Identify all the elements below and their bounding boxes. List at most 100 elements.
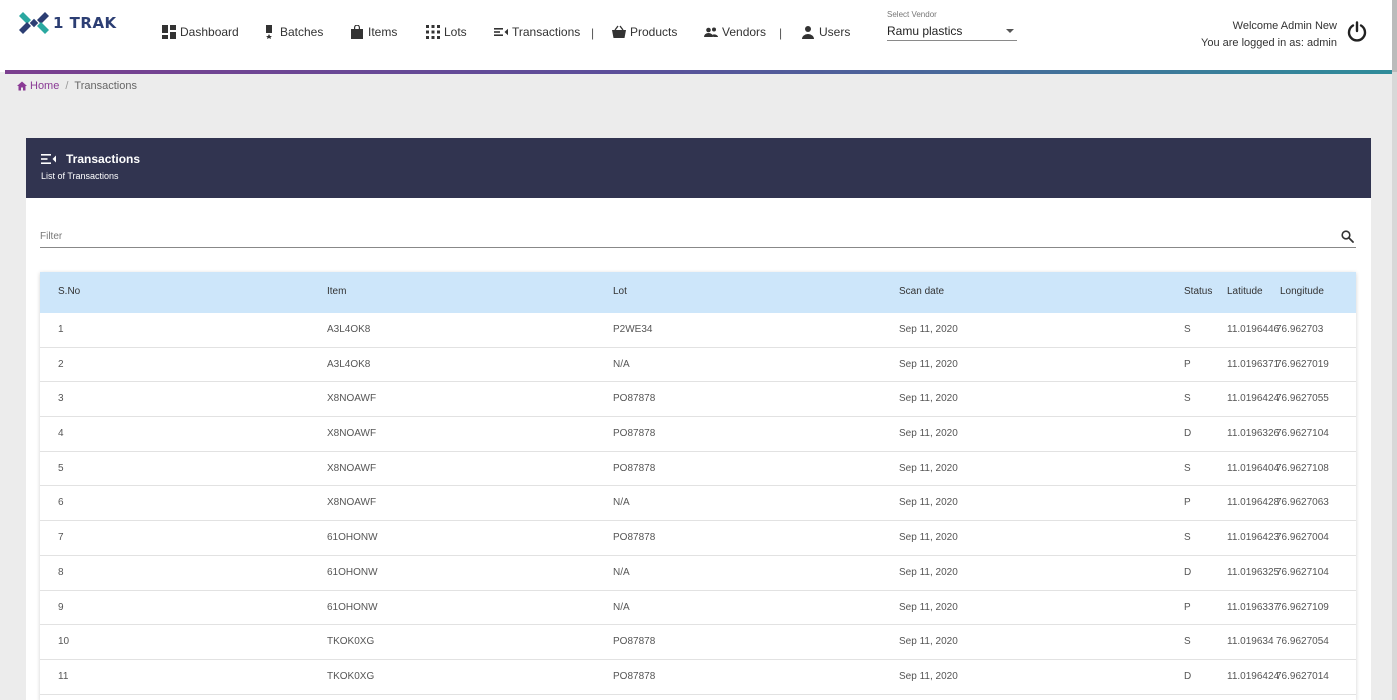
cell-latitude: 11.0196326: [1227, 428, 1280, 440]
cell-status: S: [1184, 636, 1191, 648]
nav-lots[interactable]: Lots: [426, 25, 467, 39]
table-row[interactable]: 5 X8NOAWF PO87878 Sep 11, 2020 S 11.0196404 76…: [40, 452, 1356, 487]
cell-item: X8NOAWF: [327, 393, 377, 405]
cell-latitude: 11.0196325: [1227, 566, 1280, 578]
cell-lot: N/A: [613, 358, 630, 370]
cell-item: X8NOAWF: [327, 428, 377, 440]
header-longitude[interactable]: Longitude: [1280, 286, 1324, 297]
cell-lot: N/A: [613, 497, 630, 509]
cell-sno: 1: [58, 324, 64, 335]
search-icon[interactable]: [1341, 230, 1354, 243]
table-header-row: S.No Item Lot Scan date Status Latitude …: [40, 272, 1356, 313]
cell-longitude: 76.9627054: [1276, 636, 1329, 648]
cell-status: S: [1184, 532, 1191, 544]
cell-item: 61OHONW: [327, 532, 378, 544]
table-row[interactable]: 1 A3L4OK8 P2WE34 Sep 11, 2020 S 11.0196446 76.…: [40, 313, 1356, 348]
cell-lot: PO87878: [613, 428, 656, 440]
logo-text: 1 TRAK: [53, 14, 117, 32]
table-row[interactable]: 9 61OHONW N/A Sep 11, 2020 P 11.0196337 76.962…: [40, 591, 1356, 626]
cell-latitude: 11.0196337: [1227, 601, 1280, 613]
cell-sno: 11: [58, 670, 69, 682]
card-title: Transactions: [41, 152, 1371, 166]
cell-scan-date: Sep 11, 2020: [899, 393, 958, 405]
table-row[interactable]: 8 61OHONW N/A Sep 11, 2020 D 11.0196325 76.962…: [40, 556, 1356, 591]
cell-latitude: 11.019634: [1227, 636, 1274, 648]
people-icon: [704, 27, 718, 37]
power-icon[interactable]: [1346, 21, 1368, 43]
nav-dashboard-label: Dashboard: [180, 25, 239, 39]
table-row[interactable]: 3 X8NOAWF PO87878 Sep 11, 2020 S 11.0196424 76…: [40, 382, 1356, 418]
cell-scan-date: Sep 11, 2020: [899, 566, 958, 578]
header-status[interactable]: Status: [1184, 286, 1212, 297]
nav-transactions-label: Transactions: [512, 25, 581, 39]
transactions-table: S.No Item Lot Scan date Status Latitude …: [40, 272, 1356, 700]
table-row[interactable]: 6 X8NOAWF N/A Sep 11, 2020 P 11.0196428 76.962…: [40, 486, 1356, 522]
cell-latitude: 11.0196371: [1227, 358, 1280, 370]
table-row[interactable]: 11 TKOK0XG PO87878 Sep 11, 2020 D 11.0196424 7…: [40, 660, 1356, 695]
header-scan-date[interactable]: Scan date: [899, 286, 944, 297]
header-sno[interactable]: S.No: [58, 286, 80, 297]
cell-longitude: 76.9627063: [1276, 497, 1329, 509]
nav-items[interactable]: Items: [350, 25, 397, 39]
cell-scan-date: Sep 11, 2020: [899, 636, 958, 648]
cell-status: D: [1184, 566, 1192, 578]
nav-dashboard[interactable]: Dashboard: [162, 25, 239, 39]
nav-items-label: Items: [368, 25, 398, 39]
cell-scan-date: Sep 11, 2020: [899, 324, 958, 335]
cell-latitude: 11.0196446: [1227, 324, 1280, 335]
cell-scan-date: Sep 11, 2020: [899, 601, 958, 613]
cell-item: TKOK0XG: [327, 670, 375, 682]
logo-icon: [19, 12, 49, 34]
cell-latitude: 11.0196424: [1227, 670, 1280, 682]
cell-latitude: 11.0196428: [1227, 497, 1280, 509]
nav-batches[interactable]: Batches: [262, 25, 323, 39]
breadcrumb: Home / Transactions: [17, 80, 137, 92]
cell-item: 61OHONW: [327, 601, 378, 613]
filter-input[interactable]: [40, 231, 1240, 242]
table-row[interactable]: 4 X8NOAWF PO87878 Sep 11, 2020 D 11.0196326 76…: [40, 417, 1356, 452]
nav-vendors-label: Vendors: [722, 25, 767, 39]
nav-users[interactable]: Users: [801, 25, 850, 39]
cell-status: S: [1184, 462, 1191, 474]
grid-icon: [426, 25, 440, 39]
nav-transactions[interactable]: Transactions: [494, 25, 580, 39]
cell-scan-date: Sep 11, 2020: [899, 358, 958, 370]
header-latitude[interactable]: Latitude: [1227, 286, 1263, 297]
page-scrollbar[interactable]: [1392, 0, 1397, 700]
cell-item: A3L4OK8: [327, 324, 371, 335]
nav-separator: |: [779, 26, 783, 40]
header-lot[interactable]: Lot: [613, 286, 627, 297]
cell-longitude: 76.9627055: [1276, 393, 1329, 405]
table-row[interactable]: 2 A3L4OK8 N/A Sep 11, 2020 P 11.0196371 76.962…: [40, 348, 1356, 383]
cell-sno: 7: [58, 532, 64, 544]
nav-batches-label: Batches: [280, 25, 324, 39]
vendor-dropdown[interactable]: Ramu plastics: [887, 21, 1017, 41]
cell-latitude: 11.0196423: [1227, 532, 1280, 544]
cell-sno: 5: [58, 462, 64, 474]
nav-separator: |: [591, 26, 595, 40]
scrollbar-thumb[interactable]: [1392, 0, 1397, 72]
nav-products[interactable]: Products: [612, 25, 677, 39]
list-collapse-icon: [494, 28, 508, 36]
card-header: Transactions List of Transactions: [26, 138, 1371, 198]
nav-vendors[interactable]: Vendors: [704, 25, 766, 39]
table-row[interactable]: 7 61OHONW PO87878 Sep 11, 2020 S 11.0196423 76…: [40, 521, 1356, 556]
breadcrumb-home[interactable]: Home: [17, 80, 59, 92]
cell-longitude: 76.9627014: [1276, 670, 1329, 682]
cell-scan-date: Sep 11, 2020: [899, 462, 958, 474]
cell-status: D: [1184, 428, 1192, 440]
list-collapse-icon: [41, 154, 56, 164]
cell-status: D: [1184, 670, 1192, 682]
table-row[interactable]: 10 TKOK0XG PO87878 Sep 11, 2020 S 11.019634 76…: [40, 625, 1356, 660]
table-body: 1 A3L4OK8 P2WE34 Sep 11, 2020 S 11.0196446 76.…: [40, 313, 1356, 695]
cell-longitude: 76.9627109: [1276, 601, 1329, 613]
vendor-selected-value: Ramu plastics: [887, 23, 963, 38]
app-logo[interactable]: 1 TRAK: [19, 8, 117, 38]
header-item[interactable]: Item: [327, 286, 346, 297]
cell-status: S: [1184, 324, 1191, 335]
home-icon: [17, 81, 27, 91]
person-icon: [802, 26, 814, 39]
cell-status: P: [1184, 497, 1191, 509]
cell-scan-date: Sep 11, 2020: [899, 670, 958, 682]
shopping-bag-icon: [351, 25, 363, 39]
